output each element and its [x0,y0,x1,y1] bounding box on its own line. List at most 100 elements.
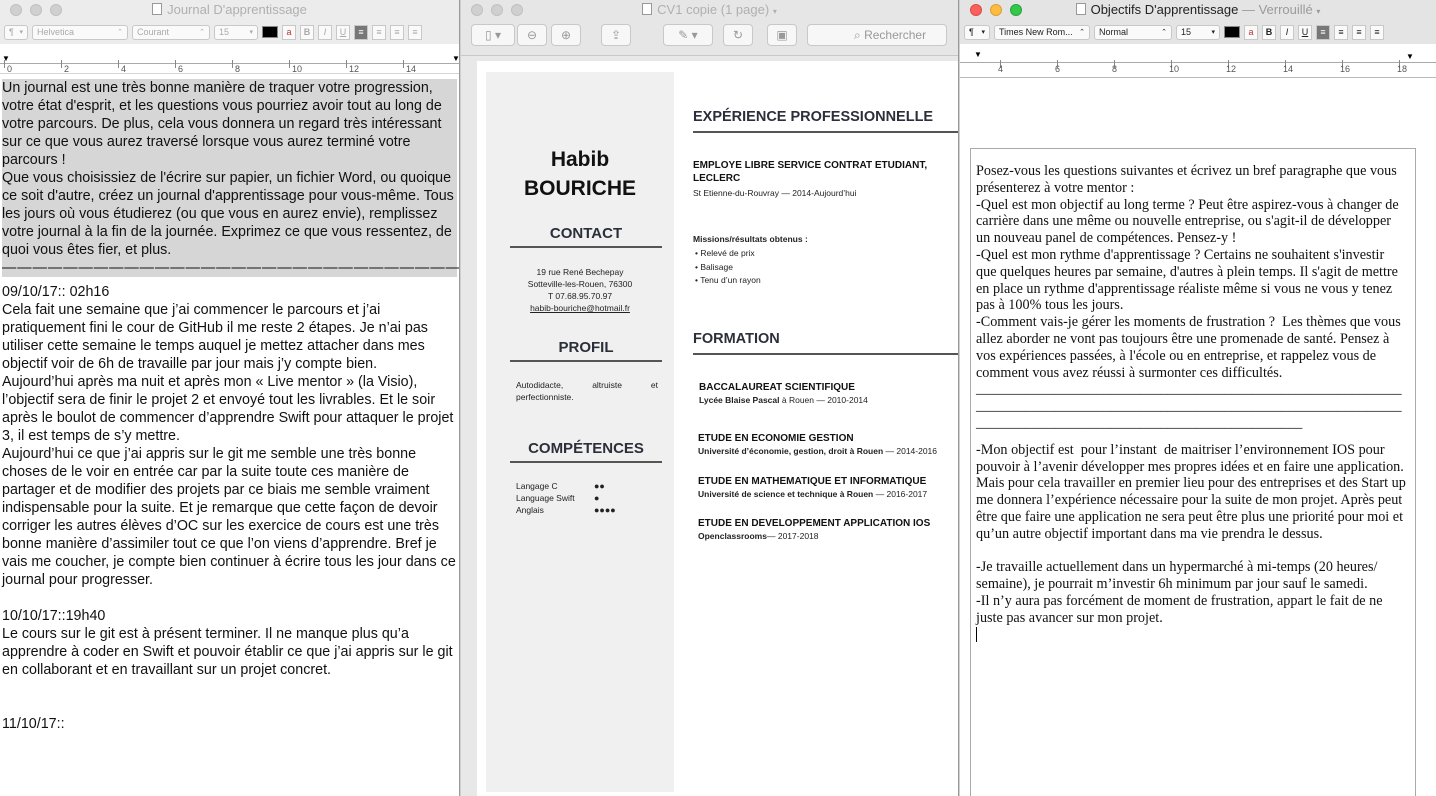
ruler-number: 10 [1169,64,1180,74]
education-title: ETUDE EN DEVELOPPEMENT APPLICATION IOS [698,518,931,529]
zoom-out-icon[interactable]: ⊖ [517,24,547,46]
window-title: CV1 copie (1 page) [657,2,770,17]
ruler-tick [289,60,290,68]
paragraph-style-menu[interactable]: ¶ ▾ [4,24,28,40]
missions-title: Missions/résultats obtenus : [693,234,808,244]
ruler-number: 18 [1397,64,1408,74]
skill-name: Anglais [516,505,544,515]
align-right-button[interactable]: ≡ [390,24,404,40]
paragraph: 09/10/17:: 02h16 [2,284,110,300]
bold-button[interactable]: B [300,24,314,40]
text-color-swatch[interactable] [262,26,278,38]
align-right-button[interactable]: ≡ [1352,24,1366,40]
skill-row: Anglais ●●●● [516,504,636,516]
underline-button[interactable]: U [336,24,350,40]
separator-line: ________________________________________… [976,381,1402,431]
typeface-menu[interactable]: Courant ⌃ [132,24,210,40]
right-indent-marker[interactable]: ▼ [452,54,459,63]
paragraph: -Je travaille actuellement dans un hyper… [976,559,1381,593]
experience-heading: EXPÉRIENCE PROFESSIONNELLE [693,109,958,133]
paragraph: -Il n’y aura pas forcément de moment de … [976,592,1387,626]
paragraph: Un journal est une très bonne manière de… [2,80,446,168]
ruler-number: 6 [178,64,184,74]
cv-last-name: BOURICHE [523,177,636,200]
skills-list: Langage C ●● Language Swift ● Anglais ●●●● [516,480,636,516]
toolbox-icon[interactable]: ▣ [767,24,797,46]
preview-titlebar[interactable]: CV1 copie (1 page) ▾ [461,0,958,20]
ruler[interactable]: ▼ ▼ 0246810121416 [0,44,459,74]
typeface-menu[interactable]: Normal ⌃ [1094,24,1172,40]
paragraph: -Comment vais-je gérer les moments de fr… [976,314,1405,381]
paragraph: Aujourd’hui après ma nuit et après mon «… [2,374,458,444]
separator-line: ————————————————————————————————————————… [2,260,460,276]
font-size-menu[interactable]: 15 ▾ [214,24,258,40]
ruler-tick [4,60,5,68]
align-center-button[interactable]: ≡ [372,24,386,40]
align-center-button[interactable]: ≡ [1334,24,1348,40]
italic-button[interactable]: I [1280,24,1294,40]
ruler-tick [175,60,176,68]
contact-heading: CONTACT [510,225,662,248]
search-field[interactable]: ⌕ Rechercher [807,24,947,46]
paragraph: Le cours sur le git est à présent termin… [2,626,457,678]
paragraph: Cela fait une semaine que j’ai commencer… [2,302,432,372]
objectives-window[interactable]: Objectifs D'apprentissage — Verrouillé ▾… [960,0,1436,796]
underline-button[interactable]: U [1298,24,1312,40]
paragraph: -Quel est mon rythme d'apprentissage ? C… [976,246,1402,314]
font-size-menu[interactable]: 15 ▾ [1176,24,1220,40]
rotate-icon[interactable]: ↻ [723,24,753,46]
journal-titlebar[interactable]: Journal D'apprentissage [0,0,459,20]
justify-button[interactable]: ≡ [1370,24,1384,40]
bold-button[interactable]: B [1262,24,1276,40]
paragraph [976,543,1408,560]
preview-window[interactable]: CV1 copie (1 page) ▾ ▯ ▾ ⊖ ⊕ ⇪ ✎ ▾ ↻ ▣ ⌕… [461,0,959,796]
ruler-tick [232,60,233,68]
locked-status[interactable]: — Verrouillé [1242,2,1313,17]
paragraph [2,679,457,697]
paragraph-style-menu[interactable]: ¶ ▾ [964,24,990,40]
ruler-number: 12 [1226,64,1237,74]
right-indent-marker[interactable]: ▼ [1406,52,1414,61]
objectives-titlebar[interactable]: Objectifs D'apprentissage — Verrouillé ▾ [960,0,1436,20]
paragraph: 10/10/17::19h40 [2,608,106,624]
education-title: BACCALAUREAT SCIENTIFIQUE [699,382,855,393]
markup-pen-icon[interactable]: ✎ ▾ [663,24,713,46]
ruler[interactable]: ▼ ▼ 4 6 8 10 12 14 16 18 [960,44,1436,78]
education-school: Université d’économie, gestion, droit à … [698,446,938,456]
objectives-text[interactable]: Posez-vous les questions suivantes et éc… [976,163,1408,644]
skill-row: Langage C ●● [516,480,636,492]
align-left-button[interactable]: ≡ [1316,24,1330,40]
ruler-number: 14 [1283,64,1294,74]
job-place: St Etienne-du-Rouvray — 2014-Aujourd’hui [693,188,857,198]
document-icon [1075,3,1086,15]
ruler-number: 16 [1340,64,1351,74]
mission-item: • Relevé de prix [695,248,755,258]
left-indent-marker[interactable]: ▼ [974,50,982,59]
profil-heading: PROFIL [510,339,662,362]
window-title: Journal D'apprentissage [167,2,307,17]
journal-text[interactable]: Un journal est une très bonne manière de… [2,79,460,733]
paragraph [2,589,457,607]
email-link[interactable]: habib-bouriche@hotmail.fr [486,302,674,314]
format-toolbar: ¶ ▾ Times New Rom... ⌃ Normal ⌃ 15 ▾ a B I U… [960,20,1436,44]
ruler-number: 2 [64,64,70,74]
profil-text: Autodidacte, altruiste et perfectionnist… [516,380,658,402]
zoom-in-icon[interactable]: ⊕ [551,24,581,46]
education-school: Lycée Blaise Pascal à Rouen — 2010-2014 [699,395,868,405]
sidebar-toggle-icon[interactable]: ▯ ▾ [471,24,515,46]
education-school: Openclassrooms— 2017-2018 [698,531,819,541]
skill-name: Langage C [516,481,558,491]
mission-item: • Balisage [695,261,733,272]
skill-level: ●●●● [594,505,616,515]
text-color-swatch[interactable] [1224,26,1240,38]
italic-button[interactable]: I [318,24,332,40]
missions-list: • Relevé de prix • Balisage • Tenu d’un ra… [695,247,761,288]
align-left-button[interactable]: ≡ [354,24,368,40]
highlight-color-icon[interactable]: a [1244,24,1258,40]
font-family-menu[interactable]: Times New Rom... ⌃ [994,24,1090,40]
font-family-menu[interactable]: Helvetica ⌃ [32,24,128,40]
highlight-color-icon[interactable]: a [282,24,296,40]
justify-button[interactable]: ≡ [408,24,422,40]
share-icon[interactable]: ⇪ [601,24,631,46]
journal-window[interactable]: Journal D'apprentissage ¶ ▾ Helvetica ⌃ Co… [0,0,460,796]
